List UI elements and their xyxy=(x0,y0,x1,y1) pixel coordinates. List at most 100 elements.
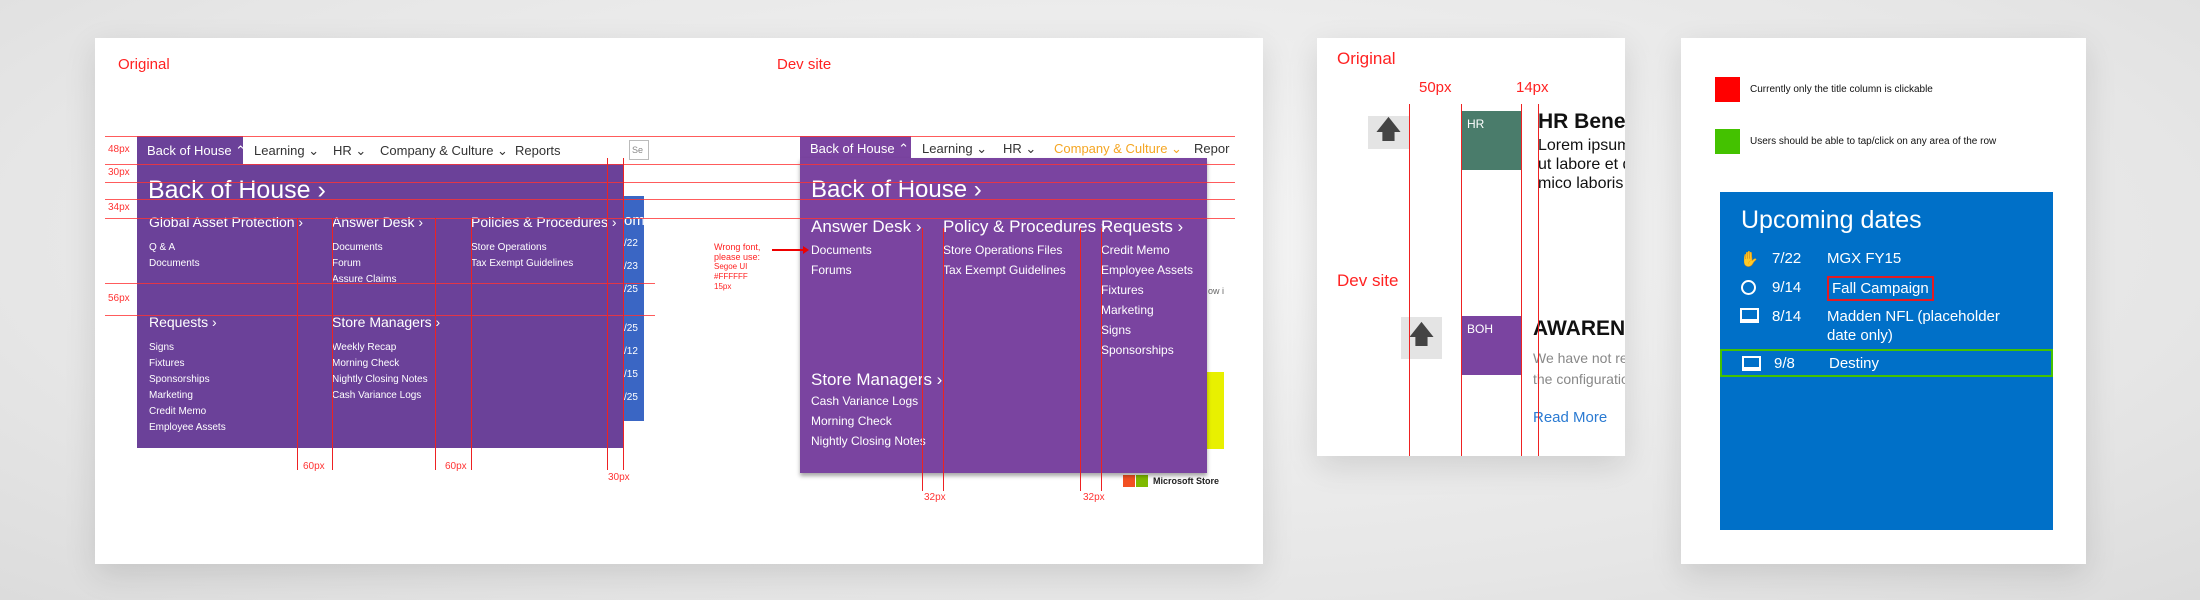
date: 9/14 xyxy=(1772,279,1802,296)
comparison-panel-tiles: Original 50px 14px 🡅 HR HR Benefi Lorem … xyxy=(1317,38,1625,456)
section-link[interactable]: Nightly Closing Notes xyxy=(811,434,926,448)
guide-line xyxy=(105,283,655,284)
date-row[interactable]: 8/14 Madden NFL (placeholder date only) xyxy=(1720,308,2053,352)
dev-label: Dev site xyxy=(777,56,832,73)
section-link[interactable]: Forums xyxy=(811,263,852,277)
section-link[interactable]: Employee Assets xyxy=(1101,263,1193,277)
section-link[interactable]: Signs xyxy=(149,342,174,353)
section-link[interactable]: Q & A xyxy=(149,242,175,253)
upcoming-dates-widget: Upcoming dates ✋ 7/22 MGX FY15 9/14 Fall… xyxy=(1720,192,2053,530)
guide-line xyxy=(1409,104,1410,456)
section-link[interactable]: Sponsorships xyxy=(1101,343,1174,357)
behind-date: /23 xyxy=(624,261,638,272)
event-title[interactable]: MGX FY15 xyxy=(1827,250,1901,267)
excerpt-line: mico laboris xyxy=(1538,175,1624,192)
nav-item-company-culture-dev[interactable]: Company & Culture ⌄ xyxy=(1054,141,1182,157)
nav-item-learning[interactable]: Learning ⌄ xyxy=(254,143,319,159)
section-link[interactable]: Store Operations Files xyxy=(943,243,1062,257)
annotation-arrow xyxy=(772,249,804,251)
section-link[interactable]: Tax Exempt Guidelines xyxy=(943,263,1066,277)
tag-tile-boh[interactable]: BOH xyxy=(1461,316,1521,375)
section-link[interactable]: Documents xyxy=(149,258,200,269)
megamenu-title[interactable]: Back of House › xyxy=(148,176,326,205)
guide-line xyxy=(1080,228,1081,491)
nav-item-hr-dev[interactable]: HR ⌄ xyxy=(1003,141,1036,157)
section-link[interactable]: Cash Variance Logs xyxy=(332,390,421,401)
behind-date: /25 xyxy=(624,392,638,403)
nav-item-learning-dev[interactable]: Learning ⌄ xyxy=(922,141,987,157)
excerpt-line: the configuratio xyxy=(1533,371,1625,387)
spacing-label: 14px xyxy=(1516,79,1549,96)
section-link[interactable]: Weekly Recap xyxy=(332,342,396,353)
section-link[interactable]: Signs xyxy=(1101,323,1131,337)
legend-swatch-green xyxy=(1715,129,1740,154)
section-heading[interactable]: Policy & Procedures › xyxy=(943,217,1106,237)
section-link[interactable]: Fixtures xyxy=(149,358,185,369)
event-title[interactable]: Madden NFL (placeholder xyxy=(1827,308,2000,325)
date-row[interactable]: 9/14 Fall Campaign xyxy=(1720,276,2053,303)
behind-date: /25 xyxy=(624,323,638,334)
guide-line xyxy=(332,218,333,470)
behind-text: ow i xyxy=(1208,286,1225,296)
read-more-link[interactable]: Read More xyxy=(1533,409,1607,426)
event-title[interactable]: Destiny xyxy=(1829,355,1879,372)
section-link[interactable]: Nightly Closing Notes xyxy=(332,374,428,385)
up-arrow-icon[interactable]: 🡅 xyxy=(1401,317,1442,359)
guide-line xyxy=(105,182,1235,183)
section-heading[interactable]: Policies & Procedures › xyxy=(471,214,617,230)
date: 7/22 xyxy=(1772,250,1802,267)
annotation-line: Segoe UI xyxy=(714,262,748,271)
event-title-continued[interactable]: date only) xyxy=(1827,327,1893,344)
search-input[interactable]: Se xyxy=(629,140,649,160)
legend-text: Users should be able to tap/click on any… xyxy=(1750,136,1997,147)
nav-item-hr[interactable]: HR ⌄ xyxy=(333,143,366,159)
section-link[interactable]: Credit Memo xyxy=(1101,243,1170,257)
section-link[interactable]: Documents xyxy=(811,243,872,257)
date-row[interactable]: ✋ 7/22 MGX FY15 xyxy=(1720,250,2053,274)
nav-item-reports-dev[interactable]: Repor xyxy=(1194,141,1235,156)
gamepad-hand-icon: ✋ xyxy=(1740,251,1759,268)
section-link[interactable]: Sponsorships xyxy=(149,374,210,385)
section-link[interactable]: Morning Check xyxy=(332,358,399,369)
section-heading[interactable]: Global Asset Protection › xyxy=(149,214,303,230)
section-link[interactable]: Marketing xyxy=(1101,303,1154,317)
article-title[interactable]: HR Benefi xyxy=(1538,110,1625,134)
nav-tab-back-of-house[interactable]: Back of House ⌃ xyxy=(137,136,246,164)
excerpt-line: We have not re xyxy=(1533,350,1625,366)
date-row[interactable]: 9/8 Destiny xyxy=(1720,349,2053,377)
section-link[interactable]: Tax Exempt Guidelines xyxy=(471,258,573,269)
excerpt-line: ut labore et d xyxy=(1538,156,1625,173)
section-link[interactable]: Morning Check xyxy=(811,414,892,428)
event-title[interactable]: Fall Campaign xyxy=(1827,276,1934,301)
annotation-line: Wrong font, xyxy=(714,242,761,252)
section-link[interactable]: Marketing xyxy=(149,390,193,401)
section-heading[interactable]: Requests › xyxy=(149,314,217,330)
section-link[interactable]: Cash Variance Logs xyxy=(811,394,918,408)
guide-line xyxy=(1521,104,1522,456)
excerpt-line: Lorem ipsum xyxy=(1538,137,1625,154)
section-heading[interactable]: Store Managers › xyxy=(332,314,440,330)
spacing-label: 48px xyxy=(108,144,130,155)
megamenu-dev: Back of House › Answer Desk › Documents … xyxy=(800,158,1207,473)
guide-line xyxy=(607,158,608,470)
section-heading[interactable]: Requests › xyxy=(1101,217,1183,237)
nav-tab-back-of-house-dev[interactable]: Back of House ⌃ xyxy=(800,136,911,160)
tag-tile-hr[interactable]: HR xyxy=(1461,111,1521,170)
section-link[interactable]: Credit Memo xyxy=(149,406,206,417)
article-title[interactable]: AWARENE xyxy=(1533,317,1625,341)
comparison-panel-dates: Currently only the title column is click… xyxy=(1681,38,2086,564)
up-arrow-icon[interactable]: 🡅 xyxy=(1368,114,1409,149)
section-link[interactable]: Forum xyxy=(332,258,361,269)
nav-item-company-culture[interactable]: Company & Culture ⌄ xyxy=(380,143,508,159)
section-link[interactable]: Employee Assets xyxy=(149,422,226,433)
annotation-line: 15px xyxy=(714,282,732,291)
nav-item-reports[interactable]: Reports xyxy=(515,143,561,158)
section-link[interactable]: Documents xyxy=(332,242,383,253)
section-heading[interactable]: Answer Desk › xyxy=(332,214,423,230)
section-link[interactable]: Store Operations xyxy=(471,242,547,253)
microsoft-store-logo[interactable]: Microsoft Store xyxy=(1153,476,1219,486)
megamenu-original: Back of House › Global Asset Protection … xyxy=(137,164,623,448)
annotation-arrowhead xyxy=(803,246,809,254)
section-heading[interactable]: Answer Desk › xyxy=(811,217,922,237)
section-link[interactable]: Fixtures xyxy=(1101,283,1144,297)
